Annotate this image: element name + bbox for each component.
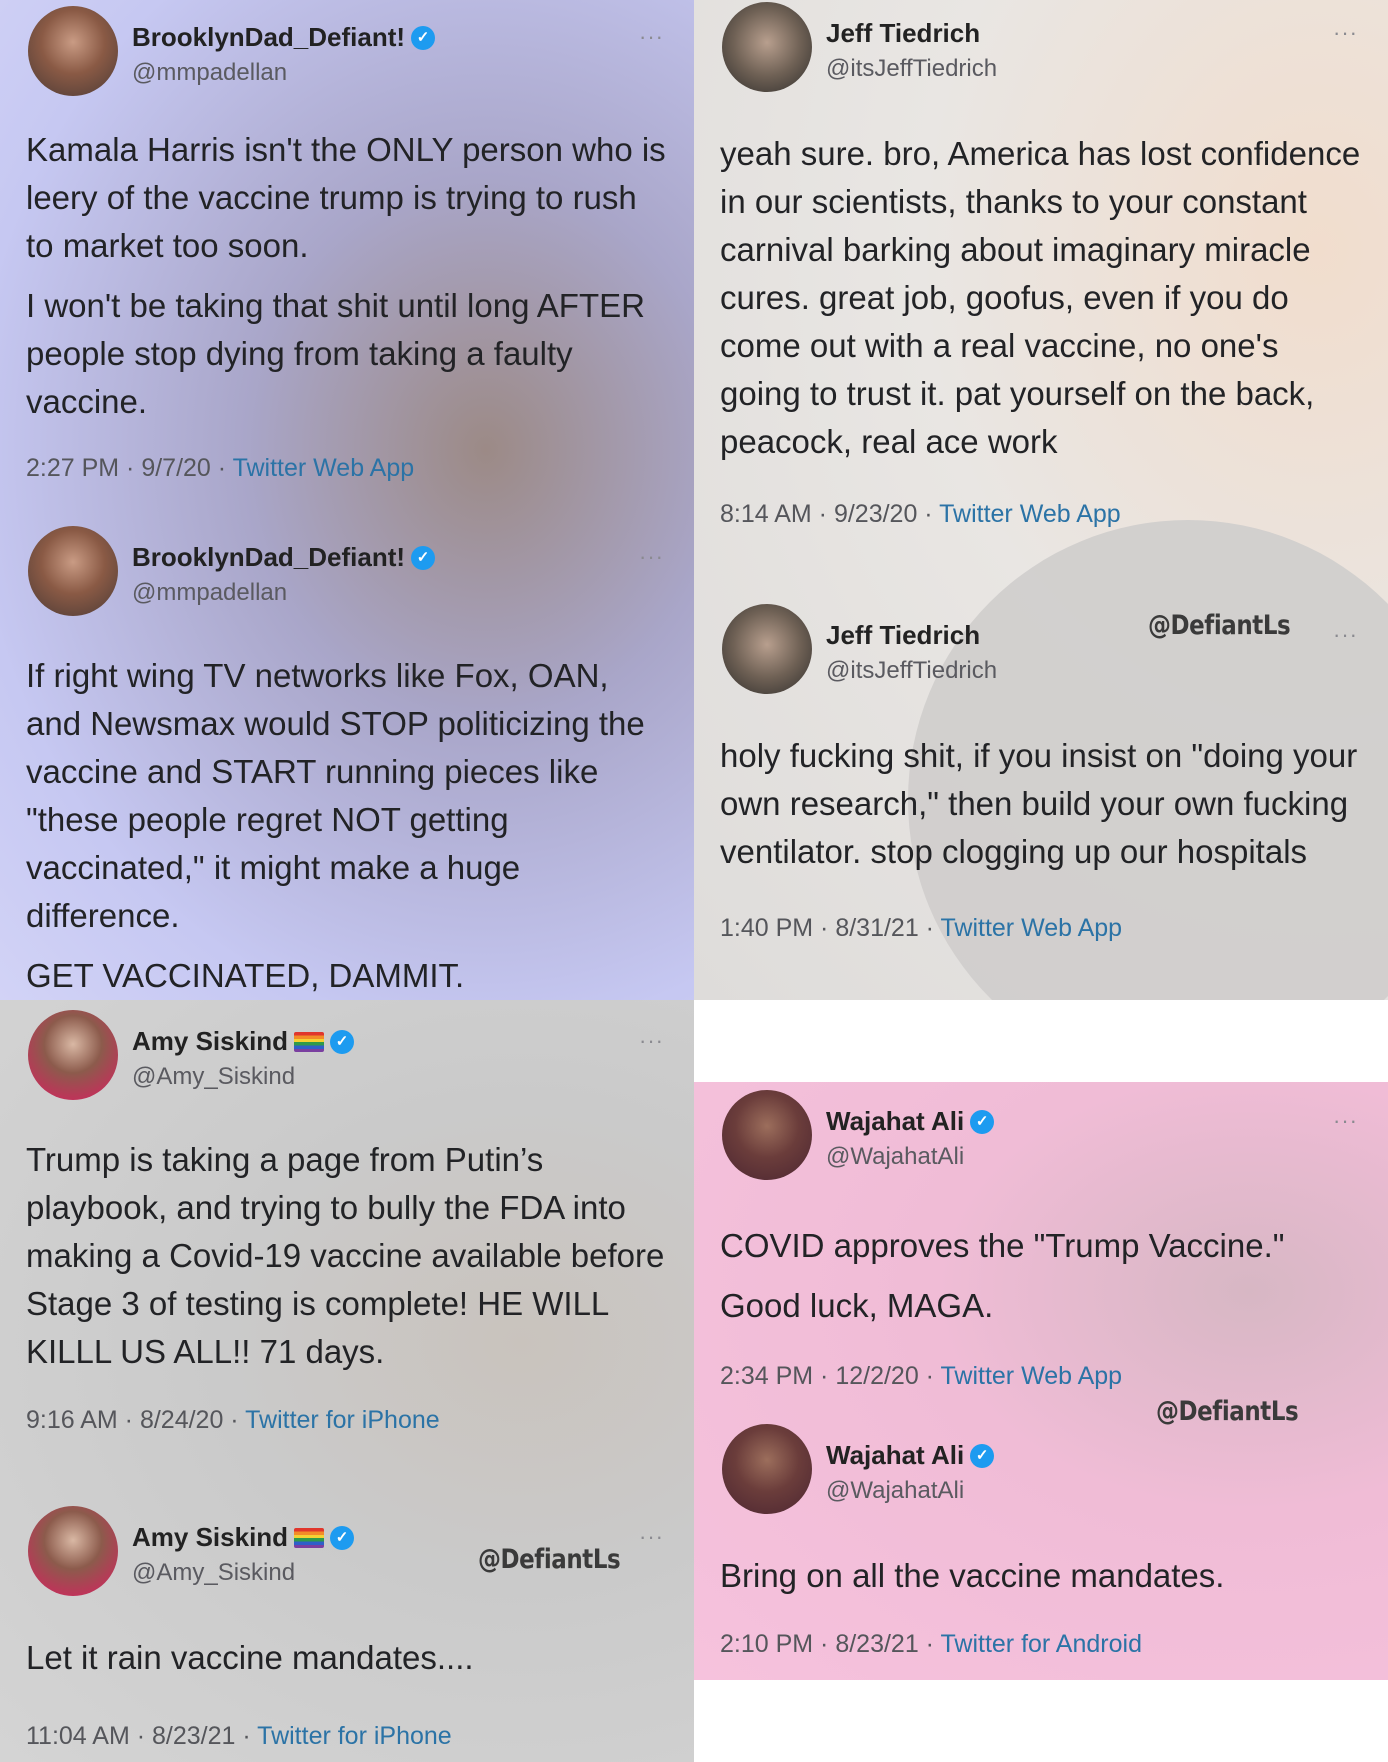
source-link[interactable]: Twitter for Android (941, 1630, 1142, 1658)
tweet-paragraph: Let it rain vaccine mandates.... (26, 1639, 474, 1676)
source-link[interactable]: Twitter Web App (939, 500, 1121, 528)
user-handle[interactable]: @mmpadellan (132, 59, 435, 87)
tweet-paragraph: Bring on all the vaccine mandates. (720, 1557, 1225, 1594)
avatar[interactable] (28, 1506, 118, 1596)
display-name[interactable]: BrooklynDad_Defiant! (132, 542, 405, 573)
verified-badge-icon: ✓ (330, 1029, 355, 1054)
display-name[interactable]: Wajahat Ali (826, 1106, 964, 1137)
tweet-text: Kamala Harris isn't the ONLY person who … (26, 126, 672, 426)
more-options-icon[interactable]: ··· (639, 24, 664, 50)
tweet-card[interactable]: BrooklynDad_Defiant! ✓ @mmpadellan ··· If… (26, 526, 672, 1000)
tweet-text: yeah sure. bro, America has lost confide… (720, 130, 1366, 466)
tweet-paragraph: Trump is taking a page from Putin’s play… (26, 1141, 665, 1370)
avatar[interactable] (28, 1010, 118, 1100)
tweet-meta: 1:40 PM · 8/31/21 · Twitter Web App (720, 914, 1366, 943)
avatar[interactable] (722, 1424, 812, 1514)
tweet-meta: 2:34 PM · 12/2/20 · Twitter Web App (720, 1362, 1366, 1391)
tweet-text: COVID approves the "Trump Vaccine." Good… (720, 1218, 1366, 1334)
more-options-icon[interactable]: ··· (1333, 622, 1358, 648)
user-handle[interactable]: @itsJeffTiedrich (826, 657, 997, 685)
more-options-icon[interactable]: ··· (639, 1028, 664, 1054)
panel-wajahat-ali: Wajahat Ali ✓ @WajahatAli ··· COVID appro… (694, 1082, 1388, 1680)
tweet-paragraph: holy fucking shit, if you insist on "doi… (720, 737, 1358, 870)
verified-badge-icon: ✓ (411, 545, 436, 570)
tweet-meta: 2:10 PM · 8/23/21 · Twitter for Android (720, 1630, 1366, 1659)
timestamp[interactable]: 1:40 PM · 8/31/21 · (720, 914, 941, 942)
tweet-meta: 9:16 AM · 8/24/20 · Twitter for iPhone (26, 1406, 672, 1435)
display-name[interactable]: Jeff Tiedrich (826, 18, 980, 49)
more-options-icon[interactable]: ··· (1333, 1108, 1358, 1134)
timestamp[interactable]: 9:16 AM · 8/24/20 · (26, 1406, 245, 1434)
user-handle[interactable]: @Amy_Siskind (132, 1559, 354, 1587)
panel-jeff-tiedrich: Jeff Tiedrich @itsJeffTiedrich ··· yeah … (694, 0, 1388, 1000)
display-name[interactable]: BrooklynDad_Defiant! (132, 22, 405, 53)
user-handle[interactable]: @mmpadellan (132, 579, 435, 607)
user-handle[interactable]: @itsJeffTiedrich (826, 55, 997, 83)
source-link[interactable]: Twitter for iPhone (257, 1722, 452, 1750)
tweet-text: holy fucking shit, if you insist on "doi… (720, 732, 1366, 876)
tweet-meta: 8:14 AM · 9/23/20 · Twitter Web App (720, 500, 1366, 529)
tweet-paragraph: COVID approves the "Trump Vaccine." (720, 1227, 1285, 1264)
display-name[interactable]: Amy Siskind (132, 1522, 288, 1553)
avatar[interactable] (28, 6, 118, 96)
verified-badge-icon: ✓ (411, 25, 436, 50)
tweet-text: Let it rain vaccine mandates.... (26, 1634, 672, 1682)
tweet-card[interactable]: Wajahat Ali ✓ @WajahatAli Bring on all th… (720, 1424, 1366, 1659)
timestamp[interactable]: 2:10 PM · 8/23/21 · (720, 1630, 941, 1658)
timestamp[interactable]: 8:14 AM · 9/23/20 · (720, 500, 939, 528)
tweet-card[interactable]: Jeff Tiedrich @itsJeffTiedrich ··· holy … (720, 604, 1366, 943)
tweet-card[interactable]: Amy Siskind ✓ @Amy_Siskind ··· Let it rai… (26, 1506, 672, 1751)
watermark: @DefiantLs (478, 1544, 621, 1575)
rainbow-flag-icon (294, 1527, 325, 1548)
tweet-card[interactable]: Wajahat Ali ✓ @WajahatAli ··· COVID appro… (720, 1090, 1366, 1391)
tweet-paragraph: GET VACCINATED, DAMMIT. (26, 957, 465, 994)
avatar[interactable] (28, 526, 118, 616)
source-link[interactable]: Twitter for iPhone (245, 1406, 440, 1434)
timestamp[interactable]: 2:27 PM · 9/7/20 · (26, 454, 233, 482)
display-name[interactable]: Amy Siskind (132, 1026, 288, 1057)
more-options-icon[interactable]: ··· (1333, 20, 1358, 46)
avatar[interactable] (722, 604, 812, 694)
user-handle[interactable]: @WajahatAli (826, 1143, 994, 1171)
display-name[interactable]: Wajahat Ali (826, 1440, 964, 1471)
source-link[interactable]: Twitter Web App (941, 1362, 1123, 1390)
watermark: @DefiantLs (1148, 610, 1291, 641)
user-handle[interactable]: @WajahatAli (826, 1477, 994, 1505)
tweet-text: Bring on all the vaccine mandates. (720, 1552, 1366, 1600)
watermark: @DefiantLs (1156, 1396, 1299, 1427)
user-handle[interactable]: @Amy_Siskind (132, 1063, 354, 1091)
tweet-text: If right wing TV networks like Fox, OAN,… (26, 652, 672, 1000)
tweet-card[interactable]: Jeff Tiedrich @itsJeffTiedrich ··· yeah … (720, 2, 1366, 529)
more-options-icon[interactable]: ··· (639, 1524, 664, 1550)
more-options-icon[interactable]: ··· (639, 544, 664, 570)
avatar[interactable] (722, 1090, 812, 1180)
source-link[interactable]: Twitter Web App (941, 914, 1123, 942)
panel-brooklyndad: BrooklynDad_Defiant! ✓ @mmpadellan ··· Ka… (0, 0, 694, 1000)
avatar[interactable] (722, 2, 812, 92)
rainbow-flag-icon (294, 1031, 325, 1052)
tweet-paragraph: yeah sure. bro, America has lost confide… (720, 135, 1361, 460)
tweet-paragraph: Kamala Harris isn't the ONLY person who … (26, 131, 666, 264)
tweet-card[interactable]: BrooklynDad_Defiant! ✓ @mmpadellan ··· Ka… (26, 6, 672, 483)
timestamp[interactable]: 2:34 PM · 12/2/20 · (720, 1362, 941, 1390)
tweet-paragraph: I won't be taking that shit until long A… (26, 287, 645, 420)
tweet-meta: 11:04 AM · 8/23/21 · Twitter for iPhone (26, 1722, 672, 1751)
verified-badge-icon: ✓ (970, 1443, 995, 1468)
tweet-meta: 2:27 PM · 9/7/20 · Twitter Web App (26, 454, 672, 483)
verified-badge-icon: ✓ (970, 1109, 995, 1134)
source-link[interactable]: Twitter Web App (233, 454, 415, 482)
tweet-paragraph: If right wing TV networks like Fox, OAN,… (26, 657, 645, 934)
timestamp[interactable]: 11:04 AM · 8/23/21 · (26, 1722, 257, 1750)
panel-amy-siskind: Amy Siskind ✓ @Amy_Siskind ··· Trump is t… (0, 1000, 694, 1762)
tweet-paragraph: Good luck, MAGA. (720, 1287, 994, 1324)
tweet-card[interactable]: Amy Siskind ✓ @Amy_Siskind ··· Trump is t… (26, 1010, 672, 1435)
display-name[interactable]: Jeff Tiedrich (826, 620, 980, 651)
verified-badge-icon: ✓ (330, 1525, 355, 1550)
tweet-text: Trump is taking a page from Putin’s play… (26, 1136, 672, 1376)
